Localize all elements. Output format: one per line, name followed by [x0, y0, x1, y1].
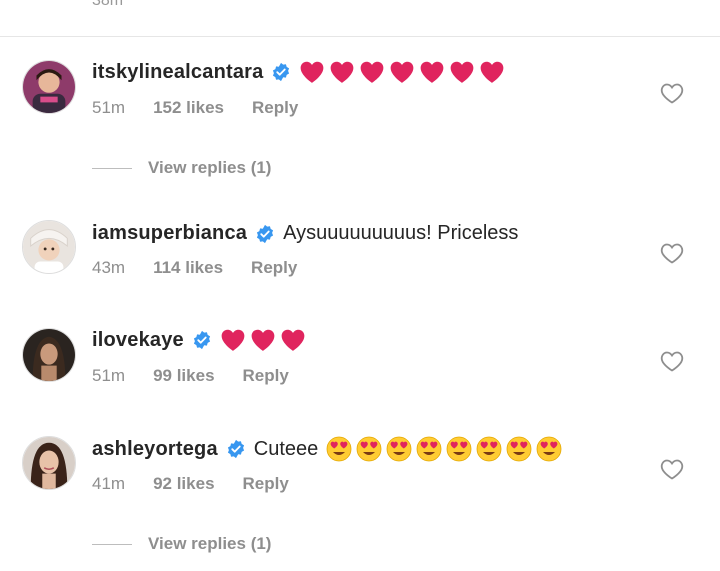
emoji-row	[299, 60, 505, 84]
likes-count[interactable]: 152 likes	[153, 98, 224, 118]
username[interactable]: iamsuperbianca	[92, 222, 247, 245]
view-replies-label: View replies (1)	[148, 158, 272, 177]
avatar[interactable]	[22, 328, 76, 382]
likes-count[interactable]: 114 likes	[153, 258, 223, 278]
heart-eyes-emoji-icon	[356, 436, 382, 462]
comment-time: 41m	[92, 474, 126, 493]
reply-button[interactable]: Reply	[251, 258, 297, 278]
replies-divider	[92, 543, 132, 545]
comment-time: 43m	[92, 258, 126, 277]
view-replies-button[interactable]: View replies (1)	[92, 534, 271, 554]
view-replies-button[interactable]: View replies (1)	[92, 158, 271, 178]
comment-text: Cuteee	[253, 437, 319, 460]
red-heart-emoji-icon	[361, 61, 384, 83]
reply-button[interactable]: Reply	[243, 366, 289, 386]
comment-text: Aysuuuuuuuuus! Priceless	[283, 222, 519, 244]
heart-outline-icon[interactable]	[660, 242, 684, 264]
heart-outline-icon[interactable]	[660, 350, 684, 372]
red-heart-emoji-icon	[251, 329, 275, 351]
heart-eyes-emoji-icon	[416, 436, 442, 462]
red-heart-emoji-icon	[481, 61, 504, 83]
red-heart-emoji-icon	[301, 61, 324, 83]
divider	[0, 36, 720, 37]
previous-comment-time-cut: 38m	[92, 0, 124, 9]
reply-button[interactable]: Reply	[243, 474, 289, 494]
heart-eyes-emoji-icon	[326, 436, 352, 462]
view-replies-label: View replies (1)	[148, 534, 272, 553]
heart-eyes-emoji-icon	[386, 436, 412, 462]
username[interactable]: itskylinealcantara	[92, 61, 263, 84]
heart-eyes-emoji-icon	[446, 436, 472, 462]
verified-badge-icon	[227, 439, 244, 459]
avatar[interactable]	[22, 60, 76, 114]
likes-count[interactable]: 92 likes	[153, 474, 214, 494]
reply-button[interactable]: Reply	[252, 98, 298, 118]
avatar[interactable]	[22, 220, 76, 274]
emoji-row	[220, 328, 306, 352]
red-heart-emoji-icon	[421, 61, 444, 83]
red-heart-emoji-icon	[391, 61, 414, 83]
username[interactable]: ilovekaye	[92, 329, 184, 352]
verified-badge-icon	[257, 224, 274, 243]
likes-count[interactable]: 99 likes	[153, 366, 214, 386]
heart-outline-icon[interactable]	[660, 82, 684, 104]
heart-outline-icon[interactable]	[660, 458, 684, 480]
comment-time: 51m	[92, 366, 126, 385]
comment-time: 51m	[92, 98, 126, 117]
emoji-row	[326, 436, 562, 462]
verified-badge-icon	[193, 330, 210, 350]
red-heart-emoji-icon	[221, 329, 245, 351]
heart-eyes-emoji-icon	[536, 436, 562, 462]
replies-divider	[92, 167, 132, 169]
avatar[interactable]	[22, 436, 76, 490]
verified-badge-icon	[273, 62, 290, 82]
heart-eyes-emoji-icon	[506, 436, 532, 462]
red-heart-emoji-icon	[331, 61, 354, 83]
red-heart-emoji-icon	[281, 329, 305, 351]
red-heart-emoji-icon	[451, 61, 474, 83]
heart-eyes-emoji-icon	[476, 436, 502, 462]
username[interactable]: ashleyortega	[92, 438, 218, 461]
